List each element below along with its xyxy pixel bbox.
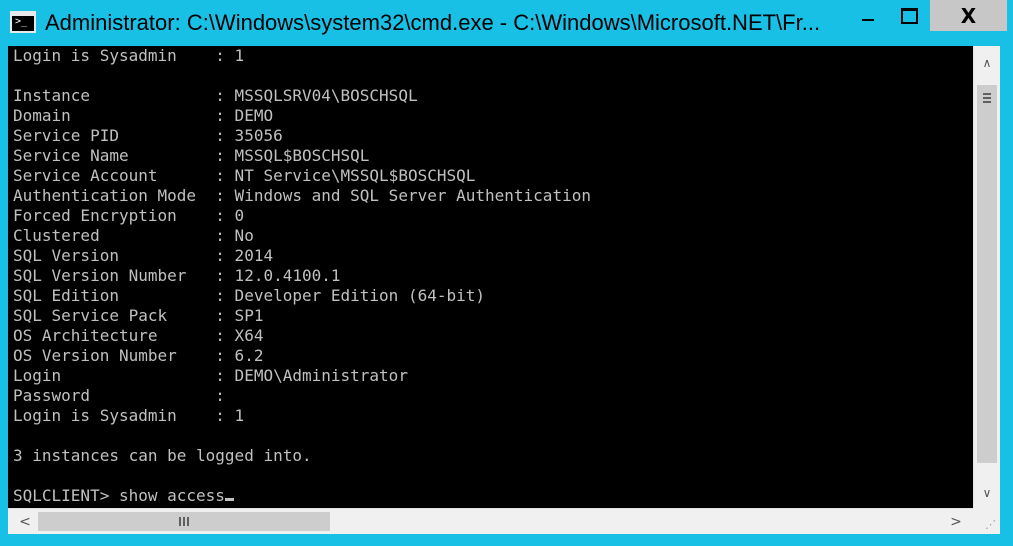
console-line: OS Architecture : X64 bbox=[13, 326, 264, 345]
console-line: Service Name : MSSQL$BOSCHSQL bbox=[13, 146, 370, 165]
grip-line bbox=[179, 517, 181, 526]
vertical-scroll-thumb[interactable] bbox=[977, 85, 997, 463]
chevron-up-icon: ∧ bbox=[982, 56, 992, 70]
chevron-right-icon: > bbox=[950, 513, 962, 530]
cmd-console-icon[interactable]: >_ bbox=[10, 11, 36, 33]
maximize-button[interactable] bbox=[888, 0, 930, 31]
command-input[interactable]: SQLCLIENT> show access bbox=[13, 486, 225, 505]
scroll-up-button[interactable]: ∧ bbox=[974, 50, 1000, 76]
console-output[interactable]: Login is Sysadmin : 1 Instance : MSSQLSR… bbox=[8, 46, 973, 508]
grip-line bbox=[983, 93, 991, 95]
resize-grip[interactable]: ⋰ bbox=[973, 508, 1000, 534]
console-line: SQL Service Pack : SP1 bbox=[13, 306, 264, 325]
text-cursor bbox=[224, 498, 234, 501]
console-line: Instance : MSSQLSRV04\BOSCHSQL bbox=[13, 86, 418, 105]
close-button[interactable]: X bbox=[930, 0, 1007, 31]
console-line: Login : DEMO\Administrator bbox=[13, 366, 408, 385]
console-line: OS Version Number : 6.2 bbox=[13, 346, 264, 365]
minimize-icon bbox=[862, 18, 874, 21]
console-line: Forced Encryption : 0 bbox=[13, 206, 245, 225]
console-line: Login is Sysadmin : 1 bbox=[13, 406, 245, 425]
scroll-down-button[interactable]: ∨ bbox=[974, 480, 1000, 506]
resize-grip-icon: ⋰ bbox=[985, 518, 996, 531]
minimize-button[interactable] bbox=[850, 0, 886, 31]
console-line: Password : bbox=[13, 386, 225, 405]
console-line: Login is Sysadmin : 1 bbox=[13, 46, 245, 65]
vertical-scrollbar[interactable]: ∧ ∨ bbox=[973, 46, 1000, 508]
console-line: SQL Version : 2014 bbox=[13, 246, 274, 265]
console-line: 3 instances can be logged into. bbox=[13, 446, 312, 465]
cmd-window: >_ Administrator: C:\Windows\system32\cm… bbox=[0, 0, 1013, 546]
console-line: Clustered : No bbox=[13, 226, 254, 245]
console-line: Service Account : NT Service\MSSQL$BOSCH… bbox=[13, 166, 476, 185]
console-line: SQL Version Number : 12.0.4100.1 bbox=[13, 266, 341, 285]
scroll-right-button[interactable]: > bbox=[943, 509, 969, 534]
scroll-left-button[interactable]: < bbox=[12, 509, 38, 534]
console-line: SQL Edition : Developer Edition (64-bit) bbox=[13, 286, 486, 305]
console-line: Domain : DEMO bbox=[13, 106, 274, 125]
window-title: Administrator: C:\Windows\system32\cmd.e… bbox=[45, 10, 821, 35]
grip-line bbox=[983, 97, 991, 99]
console-line: Authentication Mode : Windows and SQL Se… bbox=[13, 186, 591, 205]
horizontal-scrollbar[interactable]: < > bbox=[8, 508, 973, 534]
console-prompt-line[interactable]: SQLCLIENT> show access bbox=[13, 486, 234, 506]
grip-line bbox=[187, 517, 189, 526]
chevron-down-icon: ∨ bbox=[982, 486, 992, 500]
grip-line bbox=[983, 101, 991, 103]
title-bar[interactable]: >_ Administrator: C:\Windows\system32\cm… bbox=[0, 0, 1013, 46]
chevron-left-icon: < bbox=[19, 513, 31, 530]
horizontal-scroll-thumb[interactable] bbox=[38, 512, 330, 531]
grip-line bbox=[183, 517, 185, 526]
close-icon: X bbox=[960, 3, 977, 28]
console-line: Service PID : 35056 bbox=[13, 126, 283, 145]
maximize-icon bbox=[900, 7, 918, 24]
